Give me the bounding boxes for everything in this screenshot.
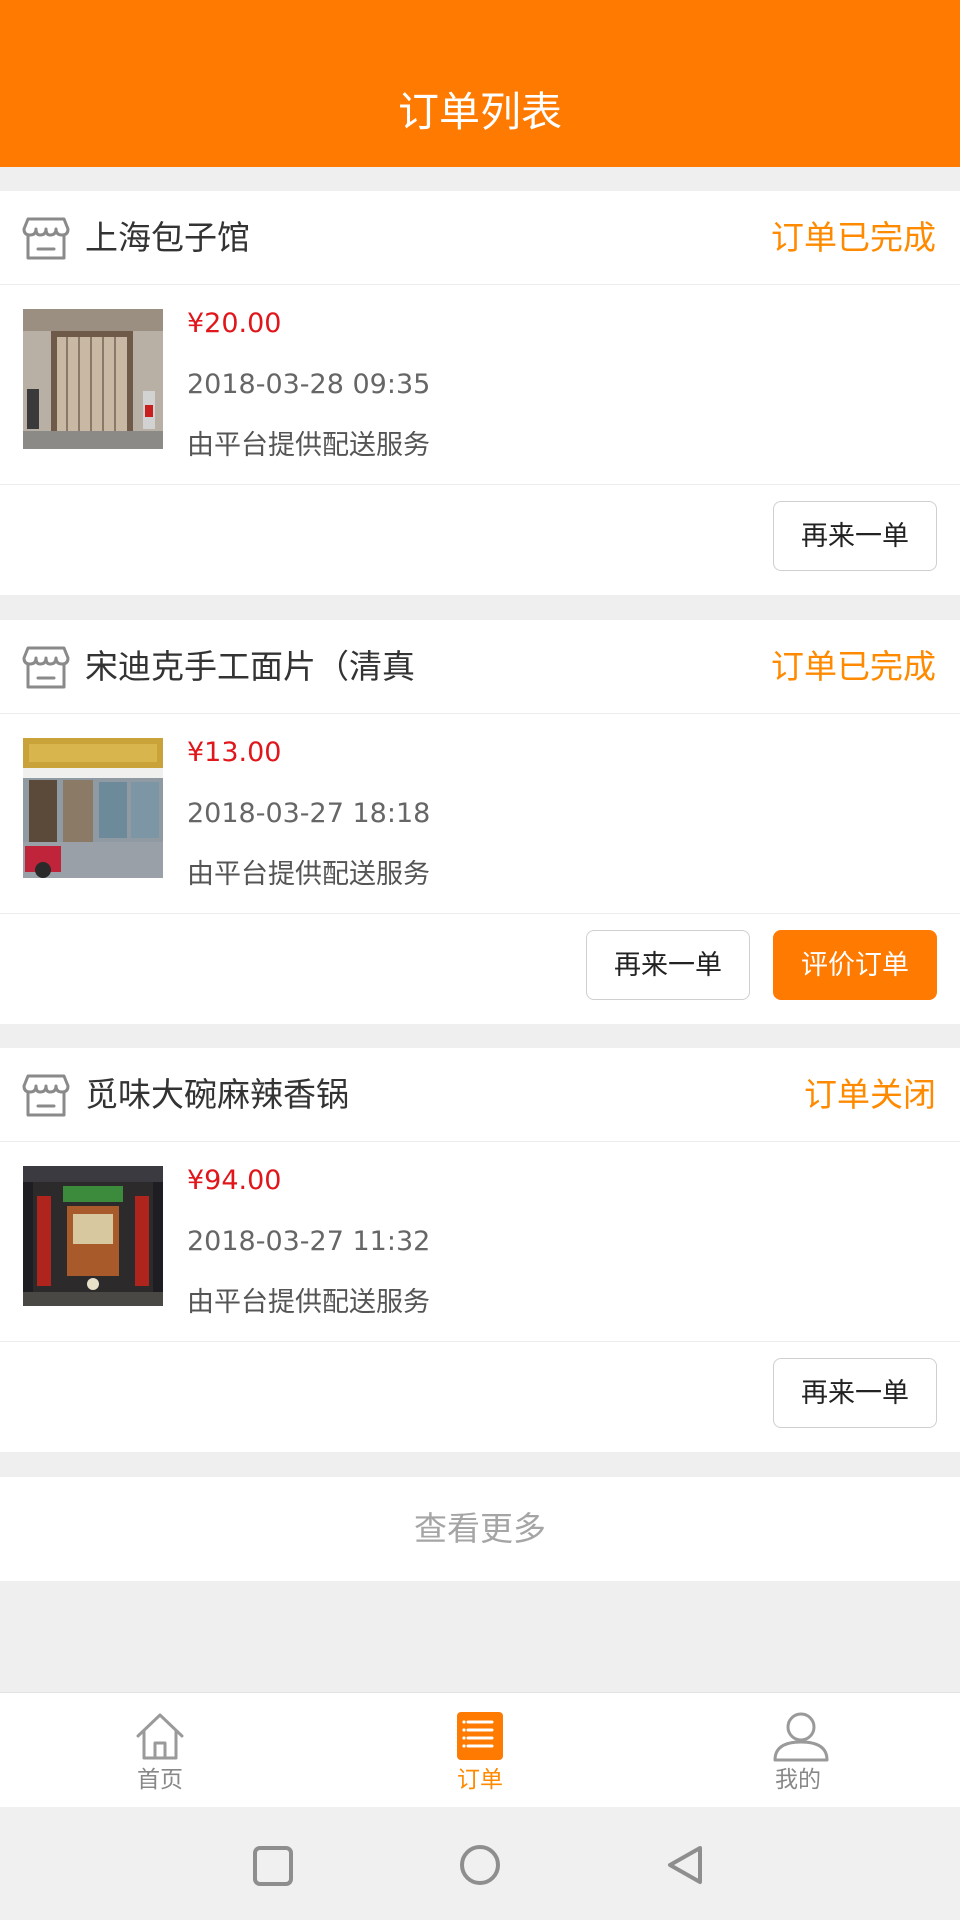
tab-label: 订单: [457, 1767, 503, 1793]
shop-name[interactable]: 觅味大碗麻辣香锅: [85, 1068, 349, 1122]
page-title: 订单列表: [398, 88, 562, 136]
tab-label: 我的: [775, 1767, 821, 1793]
order-card[interactable]: 觅味大碗麻辣香锅 订单关闭 ¥94.00 2018-03-27 11:32 由平…: [0, 1048, 960, 1452]
order-date: 2018-03-27 11:32: [187, 1226, 431, 1257]
order-price: ¥20.00: [187, 308, 282, 339]
order-card-body[interactable]: ¥20.00 2018-03-28 09:35 由平台提供配送服务: [0, 285, 960, 485]
order-card-footer: 再来一单 评价订单: [0, 914, 960, 1024]
delivery-note: 由平台提供配送服务: [187, 430, 430, 461]
order-card-body[interactable]: ¥13.00 2018-03-27 18:18 由平台提供配送服务: [0, 714, 960, 914]
order-list-icon: [457, 1712, 503, 1760]
review-order-button[interactable]: 评价订单: [773, 930, 937, 1000]
shop-icon: [22, 217, 70, 260]
order-card[interactable]: 宋迪克手工面片（清真 订单已完成 ¥13.00 2018-03-27 18:18…: [0, 620, 960, 1024]
reorder-button[interactable]: 再来一单: [773, 501, 937, 571]
order-card[interactable]: 上海包子馆 订单已完成 ¥20.00 2018-03-28 09:35 由平台提…: [0, 191, 960, 595]
shop-icon: [22, 646, 70, 689]
shop-name[interactable]: 上海包子馆: [85, 211, 250, 265]
order-date: 2018-03-28 09:35: [187, 369, 431, 400]
user-icon: [773, 1712, 829, 1762]
reorder-button[interactable]: 再来一单: [586, 930, 750, 1000]
shop-thumbnail: [23, 738, 163, 878]
shop-name[interactable]: 宋迪克手工面片（清真: [85, 640, 415, 694]
tab-profile[interactable]: 我的: [708, 1693, 888, 1808]
load-more-button[interactable]: 查看更多: [0, 1477, 960, 1581]
order-card-body[interactable]: ¥94.00 2018-03-27 11:32 由平台提供配送服务: [0, 1142, 960, 1342]
square-recent-icon[interactable]: [252, 1845, 294, 1887]
order-card-header: 上海包子馆 订单已完成: [0, 191, 960, 285]
bottom-tab-bar: 首页 订单 我的: [0, 1692, 960, 1807]
delivery-note: 由平台提供配送服务: [187, 1287, 430, 1318]
header-bar: 订单列表: [0, 0, 960, 167]
order-card-header: 宋迪克手工面片（清真 订单已完成: [0, 620, 960, 714]
order-card-footer: 再来一单: [0, 1342, 960, 1452]
tab-label: 首页: [137, 1767, 183, 1793]
shop-icon: [22, 1074, 70, 1117]
order-price: ¥94.00: [187, 1165, 282, 1196]
order-price: ¥13.00: [187, 737, 282, 768]
tab-orders[interactable]: 订单: [390, 1693, 570, 1808]
order-status: 订单已完成: [771, 218, 936, 257]
tab-home[interactable]: 首页: [70, 1693, 250, 1808]
order-status: 订单关闭: [804, 1075, 936, 1114]
reorder-button[interactable]: 再来一单: [773, 1358, 937, 1428]
order-card-header: 觅味大碗麻辣香锅 订单关闭: [0, 1048, 960, 1142]
triangle-back-icon[interactable]: [664, 1843, 708, 1887]
order-card-footer: 再来一单: [0, 485, 960, 595]
order-date: 2018-03-27 18:18: [187, 798, 431, 829]
delivery-note: 由平台提供配送服务: [187, 859, 430, 890]
system-navigation-bar: [0, 1807, 960, 1920]
circle-home-icon[interactable]: [458, 1843, 502, 1887]
home-icon: [136, 1713, 184, 1760]
shop-thumbnail: [23, 309, 163, 449]
order-status: 订单已完成: [771, 647, 936, 686]
shop-thumbnail: [23, 1166, 163, 1306]
